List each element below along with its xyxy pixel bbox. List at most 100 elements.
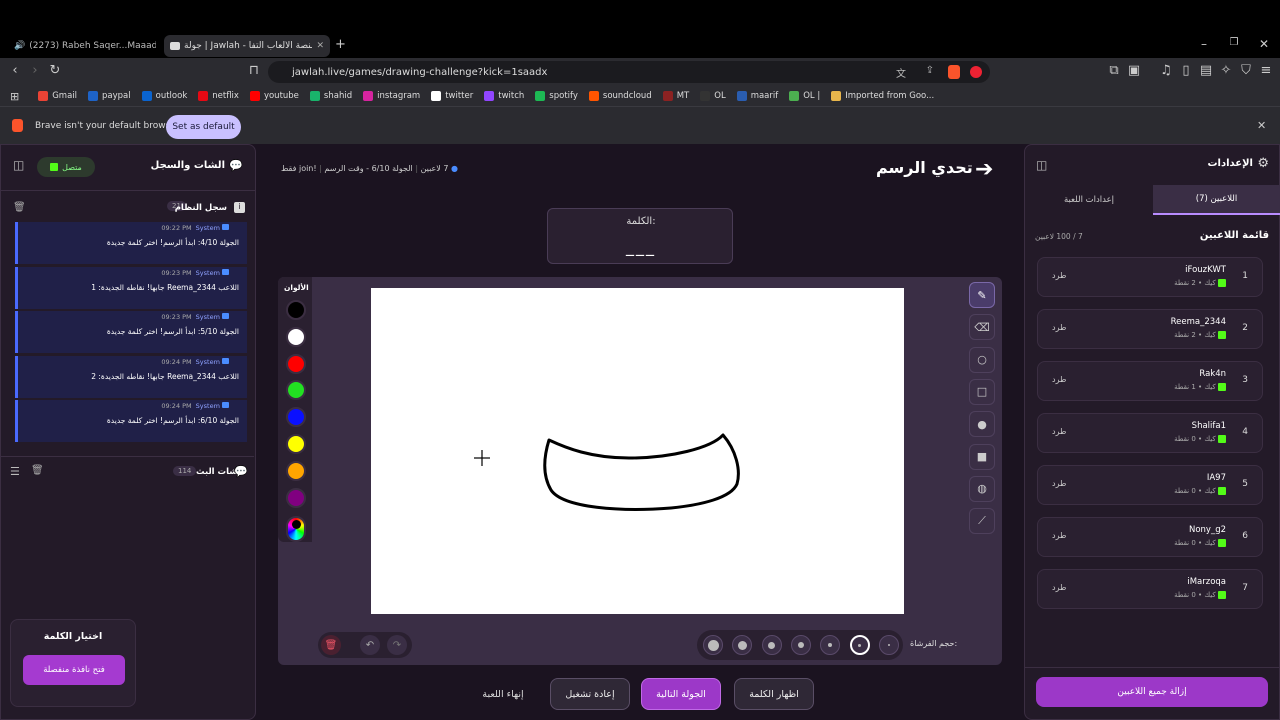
player-name: IA97 (1206, 473, 1226, 483)
vpn-icon[interactable]: ⛉ (1236, 63, 1256, 78)
close-window-icon[interactable]: ✕ (1252, 37, 1276, 51)
bookmark-item[interactable]: outlook (141, 91, 187, 101)
trash-icon[interactable]: 🗑 (31, 465, 44, 476)
custom-color-picker[interactable] (286, 516, 306, 542)
bookmark-item[interactable]: soundcloud (588, 91, 652, 101)
brush-size-option[interactable] (761, 635, 782, 655)
fill-bucket-icon[interactable]: ◍ (969, 475, 995, 502)
line-icon[interactable]: ⟋ (969, 508, 995, 535)
share-icon[interactable]: ⇪ (926, 65, 934, 76)
bookmark-icon[interactable]: ⊓ (244, 63, 264, 78)
brush-size-option[interactable] (703, 635, 723, 655)
color-swatch[interactable] (286, 300, 306, 320)
kick-player-button[interactable]: طرد (1052, 323, 1066, 332)
brush-size-option[interactable] (878, 635, 899, 655)
drawing-canvas[interactable] (371, 288, 904, 614)
extensions-icon[interactable]: ⧉ (1104, 63, 1124, 78)
end-game-button[interactable]: إنهاء اللعبة (470, 678, 536, 710)
kick-icon (1218, 331, 1226, 339)
music-icon[interactable]: ♫ (1156, 63, 1176, 78)
back-icon[interactable]: ‹ (5, 63, 25, 78)
sidebar-icon[interactable]: ▯ (1176, 63, 1196, 78)
brave-shields-icon[interactable] (948, 65, 960, 79)
bookmark-item[interactable]: Gmail (38, 91, 77, 101)
forward-icon[interactable]: › (25, 63, 45, 78)
color-swatch[interactable] (286, 487, 306, 508)
speaker-icon[interactable]: 🔊 (14, 41, 25, 51)
color-swatch[interactable] (286, 434, 306, 454)
collapse-panel-icon[interactable]: ◫ (13, 158, 24, 172)
remove-all-players-button[interactable]: إزالة جميع اللاعبين (1036, 677, 1268, 707)
bookmark-item[interactable]: OL | (789, 91, 820, 101)
screenshot-icon[interactable]: ▣ (1124, 63, 1144, 78)
apps-icon[interactable]: ⊞ (10, 90, 19, 103)
tab-youtube[interactable]: 🔊 (2273) Rabeh Saqer...Maaad Tesa (4, 35, 156, 57)
kick-player-button[interactable]: طرد (1052, 375, 1066, 384)
color-swatch[interactable] (286, 460, 306, 481)
bookmark-item[interactable]: netflix (198, 91, 239, 101)
bookmark-label: spotify (549, 91, 578, 101)
filled-circle-icon[interactable]: ● (969, 411, 995, 438)
open-window-button[interactable]: فتح نافذة منفصلة (23, 655, 125, 685)
bookmark-item[interactable]: maarif (736, 91, 778, 101)
bookmark-favicon-icon (831, 91, 842, 101)
tab-players[interactable]: اللاعبين (7) (1153, 185, 1280, 215)
close-tab-icon[interactable]: ✕ (316, 41, 324, 51)
bookmark-item[interactable]: paypal (88, 91, 131, 101)
menu-icon[interactable]: ≡ (1256, 63, 1276, 78)
reload-icon[interactable]: ↻ (45, 63, 65, 78)
circle-icon[interactable]: ○ (969, 346, 995, 373)
bookmark-item[interactable]: youtube (249, 91, 299, 101)
close-infobar-icon[interactable]: ✕ (1257, 119, 1266, 132)
brush-size-option[interactable] (849, 635, 870, 655)
address-bar[interactable]: jawlah.live/games/drawing-challenge?kick… (268, 61, 990, 83)
kick-player-button[interactable]: طرد (1052, 427, 1066, 436)
leo-icon[interactable]: ✧ (1216, 63, 1236, 78)
bookmark-label: shahid (323, 91, 353, 101)
rectangle-icon[interactable]: □ (969, 378, 995, 405)
redo-icon[interactable]: ↷ (387, 635, 407, 655)
trash-icon[interactable]: 🗑 (13, 202, 26, 213)
filled-rectangle-icon[interactable]: ■ (969, 443, 995, 470)
bookmark-item[interactable]: twitter (431, 91, 473, 101)
align-icon[interactable]: ☰ (10, 465, 20, 478)
show-word-button[interactable]: اظهار الكلمة (734, 678, 814, 710)
kick-icon (1218, 279, 1226, 287)
bookmark-item[interactable]: shahid (309, 91, 353, 101)
color-swatch[interactable] (286, 326, 306, 347)
restore-icon[interactable]: ❐ (1222, 37, 1246, 48)
collapse-panel-icon[interactable]: ◫ (1036, 158, 1047, 172)
kick-player-button[interactable]: طرد (1052, 583, 1066, 592)
pen-icon[interactable]: ✎ (969, 282, 995, 308)
brave-rewards-icon[interactable] (970, 66, 982, 78)
set-default-button[interactable]: Set as default (166, 115, 241, 139)
brush-dot-icon (707, 639, 719, 651)
arrow-right-icon[interactable]: ➔ (975, 157, 993, 182)
bookmark-item[interactable]: twitch (484, 91, 524, 101)
next-round-button[interactable]: الجولة التالية (641, 678, 721, 710)
color-swatch[interactable] (286, 353, 306, 374)
bookmark-item[interactable]: MT (662, 91, 689, 101)
player-name: iMarzoqa (1187, 577, 1226, 587)
bookmark-item[interactable]: spotify (535, 91, 578, 101)
bookmark-label: OL (714, 91, 726, 101)
brush-size-option[interactable] (790, 635, 811, 655)
wallet-icon[interactable]: ▤ (1196, 63, 1216, 78)
new-tab-button[interactable]: + (335, 37, 346, 52)
kick-player-button[interactable]: طرد (1052, 479, 1066, 488)
bookmark-item[interactable]: Imported from Goo... (831, 91, 934, 101)
tab-game-settings[interactable]: إعدادات اللعبة (1025, 185, 1153, 215)
tab-jawlah[interactable]: جولة | Jawlah - منصة الألعاب التفا ✕ (164, 35, 330, 57)
kick-player-button[interactable]: طرد (1052, 531, 1066, 540)
bookmark-item[interactable]: OL (700, 91, 726, 101)
minimize-icon[interactable]: – (1192, 37, 1216, 51)
bookmark-item[interactable]: instagram (363, 91, 420, 101)
clear-canvas-icon[interactable]: 🗑 (321, 635, 341, 655)
bookmark-favicon-icon (363, 91, 374, 101)
undo-icon[interactable]: ↶ (360, 635, 380, 655)
restart-button[interactable]: إعادة تشغيل (550, 678, 630, 710)
kick-player-button[interactable]: طرد (1052, 271, 1066, 280)
players-list-title: قائمة اللاعبين (1199, 230, 1269, 241)
translate-icon[interactable]: 文 (896, 65, 906, 80)
eraser-icon[interactable]: ⌫ (969, 314, 995, 341)
